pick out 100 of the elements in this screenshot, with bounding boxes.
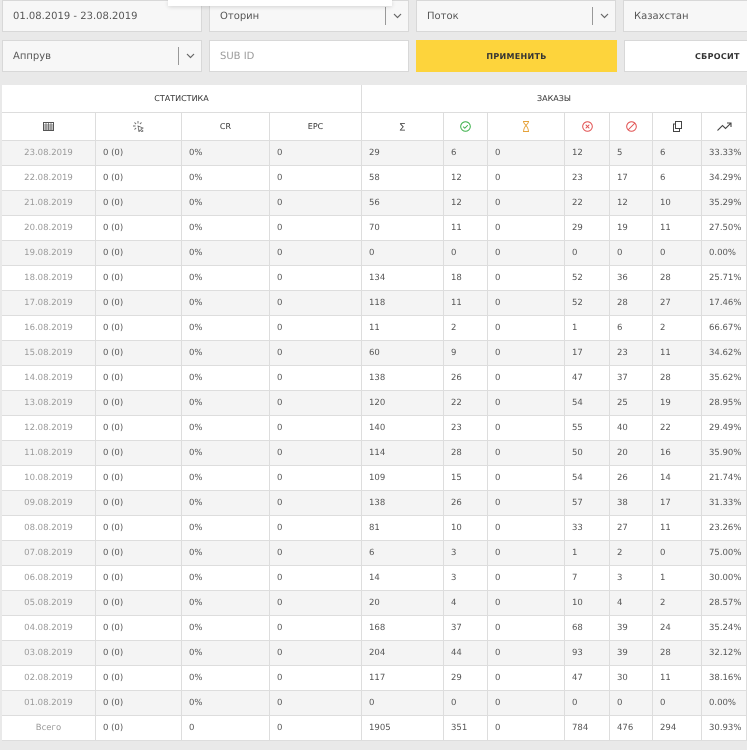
table-cell: 26: [444, 366, 488, 391]
table-cell: 0%: [182, 691, 270, 716]
table-cell: 28: [653, 641, 702, 666]
table-cell: 70: [362, 216, 444, 241]
table-cell: 0: [488, 516, 565, 541]
table-cell: 35.90%: [702, 441, 747, 466]
copy-icon: [672, 121, 682, 132]
table-cell: 0: [488, 316, 565, 341]
table-cell: 4: [610, 591, 653, 616]
date-cell: 20.08.2019: [2, 216, 96, 241]
table-cell: 0: [270, 591, 362, 616]
table-cell: 2: [610, 541, 653, 566]
date-cell: 03.08.2019: [2, 641, 96, 666]
table-cell: 0: [444, 691, 488, 716]
text-field[interactable]: Казахстан: [623, 0, 747, 32]
apply-button[interactable]: ПРИМЕНИТЬ: [416, 40, 617, 72]
table-cell: 0 (0): [96, 516, 182, 541]
reset-button[interactable]: СБРОСИТ: [624, 40, 747, 72]
table-cell: 0: [270, 541, 362, 566]
table-cell: 0.00%: [702, 691, 747, 716]
table-cell: 21.74%: [702, 466, 747, 491]
table-cell: 5: [610, 141, 653, 166]
table-cell: 1: [653, 566, 702, 591]
total-cell: 294: [653, 716, 702, 741]
table-cell: 36: [610, 266, 653, 291]
table-cell: 140: [362, 416, 444, 441]
table-cell: 0%: [182, 466, 270, 491]
date-cell: 22.08.2019: [2, 166, 96, 191]
table-cell: 2: [653, 591, 702, 616]
table-cell: 16: [653, 441, 702, 466]
table-cell: 0%: [182, 591, 270, 616]
total-cell: 351: [444, 716, 488, 741]
table-cell: 0: [270, 416, 362, 441]
table-cell: 0: [270, 516, 362, 541]
table-cell: 3: [610, 566, 653, 591]
table-cell: 23: [565, 166, 610, 191]
table-cell: 0 (0): [96, 416, 182, 441]
table-cell: 25.71%: [702, 266, 747, 291]
table-cell: 0: [270, 141, 362, 166]
table-cell: 134: [362, 266, 444, 291]
table-cell: 39: [610, 641, 653, 666]
table-cell: 0: [488, 366, 565, 391]
table-cell: 20: [362, 591, 444, 616]
table-cell: 12: [610, 191, 653, 216]
table-cell: 0%: [182, 416, 270, 441]
table-cell: 0 (0): [96, 166, 182, 191]
trend-up-icon: [716, 122, 732, 131]
table-cell: 0%: [182, 241, 270, 266]
table-cell: 68: [565, 616, 610, 641]
table-cell: 0 (0): [96, 266, 182, 291]
table-cell: 39: [610, 616, 653, 641]
sub-id-field[interactable]: SUB ID: [209, 40, 409, 72]
table-cell: 0: [270, 466, 362, 491]
date-cell: 17.08.2019: [2, 291, 96, 316]
table-cell: 0%: [182, 441, 270, 466]
table-cell: 0: [270, 341, 362, 366]
total-cell: 0 (0): [96, 716, 182, 741]
date-cell: 16.08.2019: [2, 316, 96, 341]
table-cell: 33: [565, 516, 610, 541]
table-cell: 0%: [182, 666, 270, 691]
table-cell: 0: [488, 541, 565, 566]
table-cell: 0 (0): [96, 216, 182, 241]
table-cell: 118: [362, 291, 444, 316]
table-cell: 0%: [182, 541, 270, 566]
table-cell: 93: [565, 641, 610, 666]
table-cell: 6: [444, 141, 488, 166]
table-cell: 15: [444, 466, 488, 491]
date-cell: 08.08.2019: [2, 516, 96, 541]
table-cell: 0: [565, 241, 610, 266]
table-cell: 0: [270, 366, 362, 391]
table-cell: 34.62%: [702, 341, 747, 366]
table-cell: 2: [653, 316, 702, 341]
table-cell: 0: [270, 216, 362, 241]
select-field[interactable]: Аппрув: [2, 40, 202, 72]
table-cell: 0%: [182, 491, 270, 516]
table-cell: 54: [565, 466, 610, 491]
table-cell: 0 (0): [96, 241, 182, 266]
table-cell: 0: [488, 591, 565, 616]
table-cell: 17: [610, 166, 653, 191]
date-range-field[interactable]: 01.08.2019 - 23.08.2019: [2, 0, 202, 32]
date-cell: 10.08.2019: [2, 466, 96, 491]
table-cell: 138: [362, 366, 444, 391]
date-cell: 12.08.2019: [2, 416, 96, 441]
table-cell: 0 (0): [96, 691, 182, 716]
table-cell: 0: [488, 616, 565, 641]
select-field[interactable]: Поток: [416, 0, 616, 32]
table-cell: 0%: [182, 141, 270, 166]
table-cell: 0: [270, 166, 362, 191]
table-cell: 17: [565, 341, 610, 366]
table-cell: 57: [565, 491, 610, 516]
table-cell: 11: [653, 341, 702, 366]
table-cell: 0 (0): [96, 366, 182, 391]
table-cell: 0: [488, 566, 565, 591]
total-label: Всего: [2, 716, 96, 741]
table-cell: 0: [270, 641, 362, 666]
table-cell: 10: [444, 516, 488, 541]
table-cell: 1: [565, 316, 610, 341]
table-cell: 0: [270, 191, 362, 216]
cursor-click-icon: [133, 121, 144, 132]
table-cell: 0%: [182, 391, 270, 416]
